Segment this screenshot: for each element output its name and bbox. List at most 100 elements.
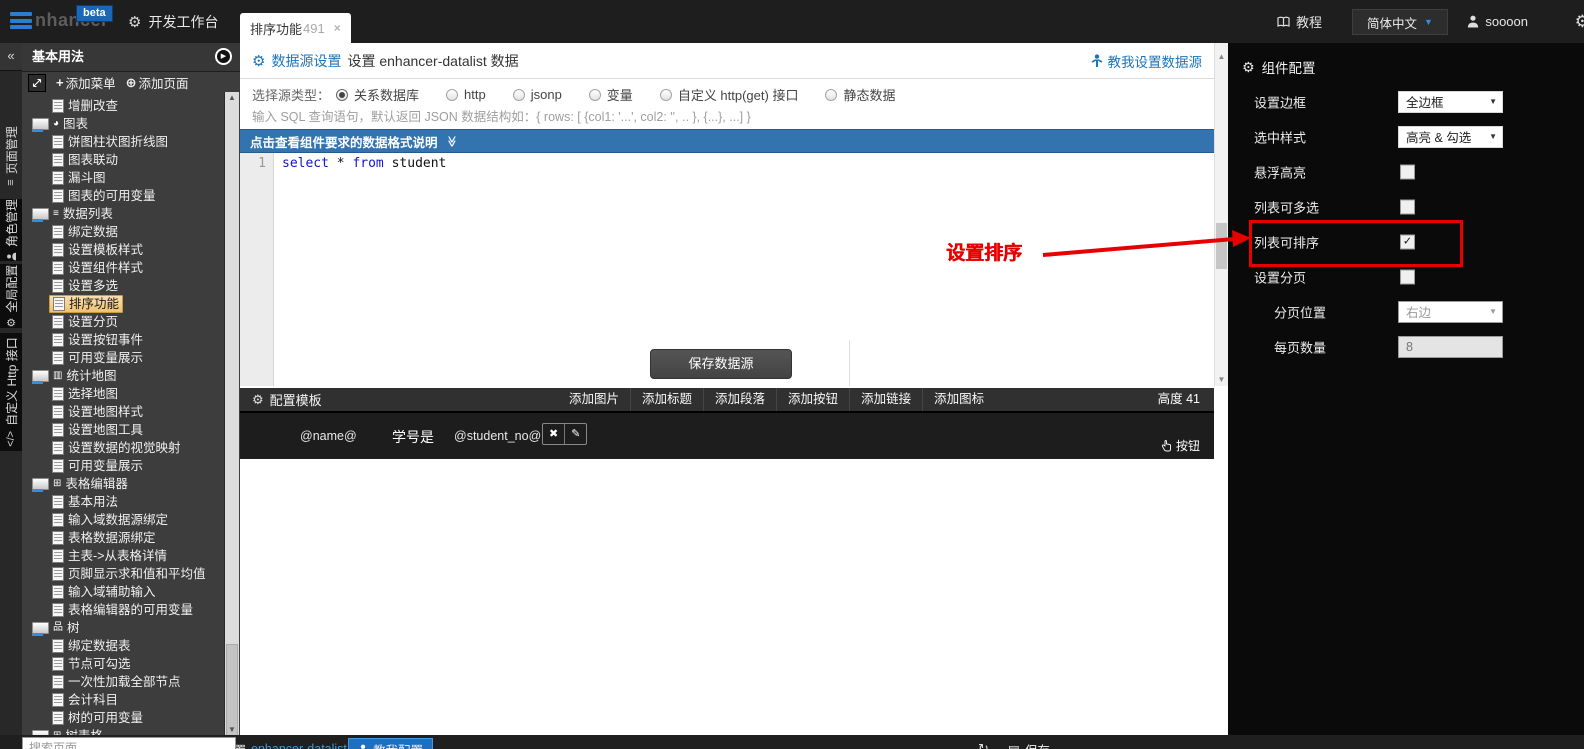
vtab-global-config[interactable]: ⚙ 全局配置: [0, 264, 22, 328]
tree-item[interactable]: 设置分页: [22, 313, 240, 331]
radio-selected-icon[interactable]: [336, 89, 348, 101]
tree-item[interactable]: 页脚显示求和值和平均值: [22, 565, 240, 583]
teach-datasource-link[interactable]: 教我设置数据源: [1091, 43, 1203, 78]
tree-item[interactable]: 设置按钮事件: [22, 331, 240, 349]
vtab-role-management[interactable]: 角色管理: [0, 199, 22, 261]
component-name-link[interactable]: enhancer-datalist: [251, 742, 347, 749]
tree-item[interactable]: 设置模板样式: [22, 241, 240, 259]
user-menu[interactable]: soooon: [1467, 0, 1528, 43]
config-checkbox[interactable]: [1400, 164, 1415, 179]
tree-item[interactable]: 设置地图工具: [22, 421, 240, 439]
source-type-option[interactable]: 自定义 http(get) 接口: [660, 85, 799, 104]
tree-item[interactable]: 设置多选: [22, 277, 240, 295]
collapse-sidebar-button[interactable]: «: [0, 43, 22, 71]
tree-item[interactable]: 会计科目: [22, 691, 240, 709]
tree-item[interactable]: 输入域数据源绑定: [22, 511, 240, 529]
tree-folder[interactable]: ≡数据列表: [22, 205, 240, 223]
refresh-button[interactable]: ↻: [978, 738, 989, 749]
source-type-option[interactable]: 变量: [589, 85, 633, 104]
tree-item[interactable]: 排序功能: [22, 295, 240, 313]
content-scrollbar[interactable]: ▲ ▼: [1214, 43, 1228, 386]
source-type-option[interactable]: 关系数据库: [336, 85, 419, 104]
language-selector[interactable]: 简体中文 ▼: [1352, 9, 1448, 35]
tree-item[interactable]: 设置地图样式: [22, 403, 240, 421]
config-select[interactable]: 全边框▼: [1398, 91, 1503, 113]
add-menu-button[interactable]: + 添加菜单: [56, 73, 116, 92]
play-circle-icon[interactable]: ▶: [215, 48, 232, 65]
template-var-name[interactable]: @name@: [300, 429, 357, 443]
tree-item[interactable]: 设置数据的视觉映射: [22, 439, 240, 457]
teach-config-button[interactable]: 教我配置: [348, 738, 433, 749]
tree-folder[interactable]: ▥统计地图: [22, 367, 240, 385]
edit-pencil-icon[interactable]: ✎: [565, 424, 586, 444]
scroll-up-icon[interactable]: ▲: [225, 93, 239, 102]
scrollbar-thumb[interactable]: [1216, 223, 1227, 269]
workspace-menu[interactable]: ⚙ 开发工作台: [128, 0, 218, 43]
search-input[interactable]: 搜索页面: [22, 737, 236, 749]
vtab-page-management[interactable]: ≡ 页面管理: [0, 116, 22, 196]
radio-icon[interactable]: [446, 89, 458, 101]
tab-close-icon[interactable]: ×: [334, 21, 341, 35]
tree-item[interactable]: 可用变量展示: [22, 457, 240, 475]
source-type-option[interactable]: jsonp: [513, 87, 562, 102]
template-var-student-no[interactable]: @student_no@: [454, 429, 541, 443]
delete-icon[interactable]: ✖: [543, 424, 565, 444]
tree-item[interactable]: 节点可勾选: [22, 655, 240, 673]
settings-gear-icon[interactable]: ⚙: [1575, 12, 1584, 32]
tree-item[interactable]: 绑定数据: [22, 223, 240, 241]
pin-button[interactable]: [28, 74, 46, 92]
tree-item[interactable]: 图表联动: [22, 151, 240, 169]
tree-item[interactable]: 一次性加载全部节点: [22, 673, 240, 691]
tree-item[interactable]: 主表->从表格详情: [22, 547, 240, 565]
tree-item[interactable]: 饼图柱状图折线图: [22, 133, 240, 151]
tree-folder[interactable]: ⊞树表格: [22, 727, 240, 735]
template-add-button[interactable]: 添加图片: [558, 388, 631, 411]
save-datasource-button[interactable]: 保存数据源: [650, 349, 792, 379]
tree-folder[interactable]: ⊞表格编辑器: [22, 475, 240, 493]
template-add-button[interactable]: 添加标题: [631, 388, 704, 411]
preview-button-chip[interactable]: 按钮: [1161, 437, 1200, 454]
tab-sort-feature[interactable]: 排序功能 491 ×: [240, 13, 351, 43]
template-add-button[interactable]: 添加链接: [850, 388, 923, 411]
config-input[interactable]: 8: [1398, 336, 1503, 358]
radio-icon[interactable]: [660, 89, 672, 101]
data-format-banner[interactable]: 点击查看组件要求的数据格式说明 ≫: [240, 129, 1214, 153]
scrollbar-thumb[interactable]: [226, 644, 238, 735]
scroll-down-icon[interactable]: ▼: [1215, 375, 1228, 384]
template-add-button[interactable]: 添加图标: [923, 388, 995, 411]
tree-item[interactable]: 选择地图: [22, 385, 240, 403]
sidebar-scrollbar[interactable]: ▲ ▼: [224, 92, 239, 735]
radio-icon[interactable]: [589, 89, 601, 101]
radio-icon[interactable]: [825, 89, 837, 101]
tree-item[interactable]: 基本用法: [22, 493, 240, 511]
tutorial-link[interactable]: 教程: [1277, 0, 1322, 43]
save-button[interactable]: ▤ 保存: [1008, 738, 1050, 749]
source-type-option[interactable]: http: [446, 87, 486, 102]
tree-item[interactable]: 树的可用变量: [22, 709, 240, 727]
scroll-down-icon[interactable]: ▼: [225, 725, 239, 734]
tree-item[interactable]: 输入域辅助输入: [22, 583, 240, 601]
radio-icon[interactable]: [513, 89, 525, 101]
source-type-option[interactable]: 静态数据: [825, 85, 895, 104]
tree-item[interactable]: 图表的可用变量: [22, 187, 240, 205]
tree-item[interactable]: 表格数据源绑定: [22, 529, 240, 547]
template-add-button[interactable]: 添加段落: [704, 388, 777, 411]
tree-folder[interactable]: ◕图表: [22, 115, 240, 133]
scroll-up-icon[interactable]: ▲: [1215, 52, 1228, 61]
tree-folder[interactable]: 品树: [22, 619, 240, 637]
config-checkbox[interactable]: [1400, 269, 1415, 284]
tree-item[interactable]: 表格编辑器的可用变量: [22, 601, 240, 619]
add-page-button[interactable]: ⊕ 添加页面: [126, 73, 189, 92]
vtab-custom-http[interactable]: </> 自定义 Http 接口: [0, 333, 22, 451]
tree-item[interactable]: 可用变量展示: [22, 349, 240, 367]
tree-item[interactable]: 漏斗图: [22, 169, 240, 187]
config-checkbox[interactable]: ✓: [1400, 234, 1415, 249]
config-select[interactable]: 高亮 & 勾选▼: [1398, 126, 1503, 148]
tree-item[interactable]: 绑定数据表: [22, 637, 240, 655]
template-add-button[interactable]: 添加按钮: [777, 388, 850, 411]
template-static-text[interactable]: 学号是: [392, 427, 434, 447]
config-checkbox[interactable]: [1400, 199, 1415, 214]
tree-item[interactable]: 设置组件样式: [22, 259, 240, 277]
sql-code-line[interactable]: select * from student: [282, 156, 446, 171]
template-preview[interactable]: @name@ 学号是 @student_no@ ✖ ✎ 按钮: [240, 411, 1214, 459]
